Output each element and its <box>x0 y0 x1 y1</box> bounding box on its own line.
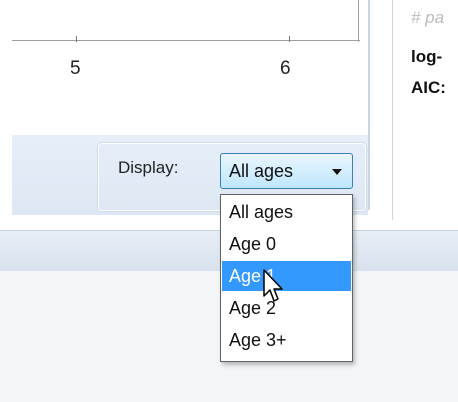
display-dropdown-list: All ages Age 0 Age 1 Age 2 Age 3+ <box>220 194 353 362</box>
panel-divider <box>368 0 370 210</box>
model-info-panel: # pa log- AIC: <box>392 0 458 220</box>
x-tick-mark <box>76 36 77 42</box>
display-select-value: All ages <box>229 161 294 181</box>
chart-x-axis <box>12 0 360 41</box>
display-label: Display: <box>118 158 179 177</box>
display-select[interactable]: All ages <box>220 153 353 189</box>
info-aic-label: AIC: <box>411 78 446 97</box>
info-loglik-label: log- <box>411 47 443 66</box>
x-tick-label: 5 <box>70 58 81 79</box>
option-age-2[interactable]: Age 2 <box>222 293 351 323</box>
mouse-cursor-icon <box>263 269 283 302</box>
chevron-down-icon[interactable] <box>332 169 342 175</box>
option-age-1[interactable]: Age 1 <box>222 261 351 291</box>
option-all-ages[interactable]: All ages <box>222 197 351 227</box>
x-tick-mark <box>289 36 290 42</box>
option-age-0[interactable]: Age 0 <box>222 229 351 259</box>
chart-plot-border <box>358 0 359 42</box>
info-params-label: # pa <box>411 8 445 27</box>
option-age-3-plus[interactable]: Age 3+ <box>222 325 351 355</box>
app-window: 5 6 # pa log- AIC: Display: All ages All… <box>0 0 458 402</box>
x-tick-label: 6 <box>280 58 291 79</box>
